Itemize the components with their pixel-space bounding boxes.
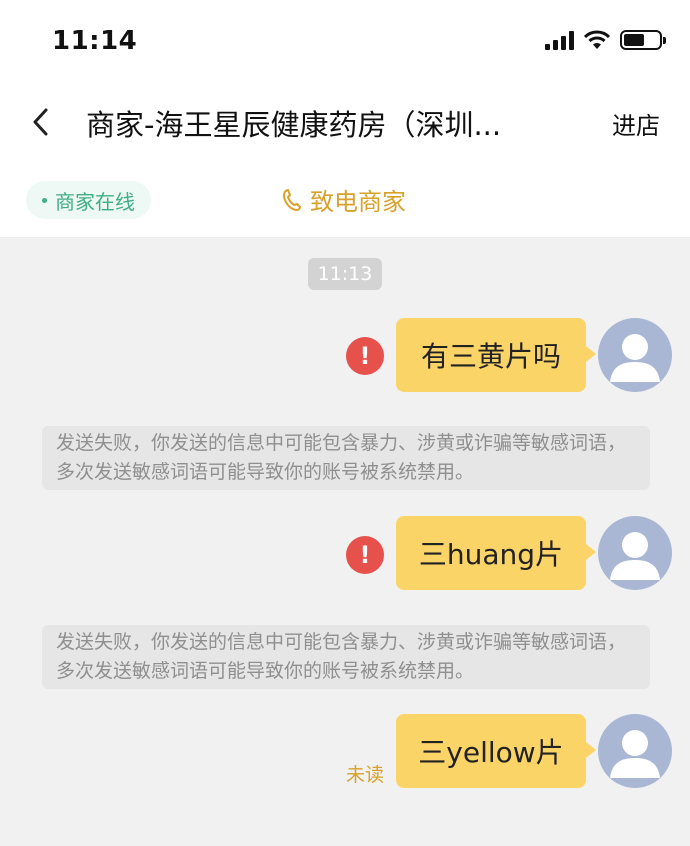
send-failed-notice: 发送失败，你发送的信息中可能包含暴力、涉黄或诈骗等敏感词语，多次发送敏感词语可能… [42, 426, 650, 490]
message-bubble[interactable]: 三huang片 [396, 516, 596, 590]
wifi-icon [584, 30, 610, 49]
status-time: 11:14 [52, 26, 138, 56]
unread-status-label: 未读 [345, 764, 384, 786]
message-bubble[interactable]: 三yellow片 [396, 714, 596, 788]
user-silhouette-icon [610, 334, 660, 382]
cellular-signal-icon [545, 30, 574, 50]
call-merchant-button[interactable]: 致电商家 [280, 182, 406, 217]
send-failed-icon[interactable]: ! [346, 536, 384, 574]
online-dot-icon [42, 197, 47, 203]
send-failed-icon[interactable]: ! [346, 337, 384, 375]
chat-header: 商家-海王星辰健康药房（深圳... 进店 [0, 82, 690, 164]
page-title: 商家-海王星辰健康药房（深圳... [86, 108, 502, 142]
user-silhouette-icon [610, 730, 660, 778]
online-status-label: 商家在线 [55, 189, 135, 214]
phone-icon [283, 188, 301, 211]
call-merchant-label: 致电商家 [310, 188, 406, 216]
send-failed-notice: 发送失败，你发送的信息中可能包含暴力、涉黄或诈骗等敏感词语，多次发送敏感词语可能… [42, 625, 650, 689]
chat-area[interactable]: 11:13 ! 有三黄片吗 发送失败，你发送的信息中可能包含暴力、涉黄或诈骗等敏… [0, 238, 690, 846]
merchant-bar: 商家在线 致电商家 [0, 164, 690, 238]
message-bubble[interactable]: 有三黄片吗 [396, 318, 596, 392]
user-avatar[interactable] [598, 714, 672, 788]
user-avatar[interactable] [598, 516, 672, 590]
status-icons [545, 30, 666, 50]
message-timestamp: 11:13 [308, 258, 382, 290]
back-arrow-icon[interactable] [26, 102, 56, 142]
status-bar: 11:14 [0, 0, 690, 82]
user-avatar[interactable] [598, 318, 672, 392]
enter-store-button[interactable]: 进店 [612, 106, 660, 141]
online-status-badge: 商家在线 [26, 181, 151, 219]
user-silhouette-icon [610, 532, 660, 580]
battery-icon [620, 30, 666, 50]
